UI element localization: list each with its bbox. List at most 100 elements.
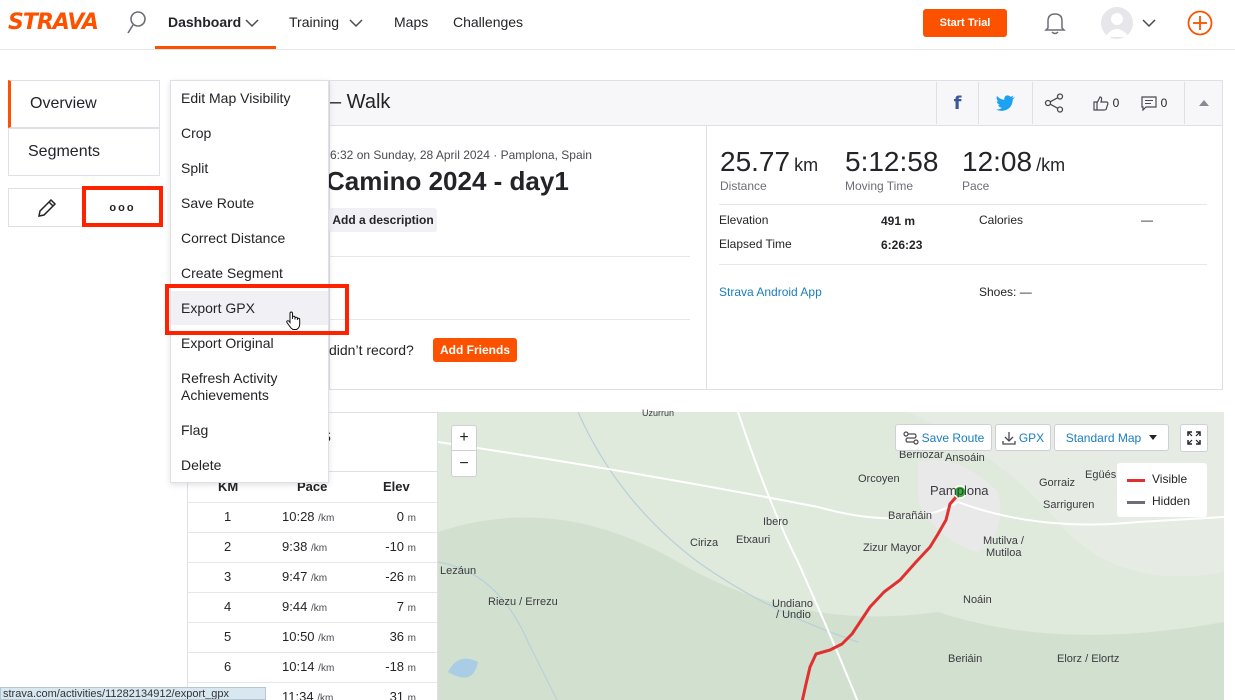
nav-dashboard[interactable]: Dashboard [168,14,241,30]
split-elev: 31 m [389,689,416,700]
comments-button[interactable]: 0 [1131,82,1177,124]
avatar[interactable] [1101,7,1133,39]
map-place-label: Ansoáin [945,452,985,464]
search-icon[interactable] [126,10,148,36]
menu-item-flag[interactable]: Flag [181,422,208,439]
pace-label: Pace [962,179,990,193]
split-elev: 7 m [396,599,416,614]
menu-item-export-original[interactable]: Export Original [181,335,274,352]
nav-challenges[interactable]: Challenges [453,14,523,30]
split-row-divider [188,682,437,683]
calories-label: Calories [979,213,1024,227]
nav-training[interactable]: Training [289,14,339,30]
hand-cursor-icon [286,311,301,330]
moving-time-label: Moving Time [845,179,914,193]
split-km: 2 [224,539,232,554]
zoom-out-button[interactable]: − [452,451,476,476]
map-place-label: Barañáin [888,510,933,522]
device-link[interactable]: Strava Android App [719,285,822,299]
caret-up-icon [1198,100,1209,106]
caret-down-icon [1149,434,1158,440]
user-icon [1105,13,1129,37]
fullscreen-button[interactable] [1180,424,1208,452]
kudos-button[interactable]: 0 [1083,82,1129,124]
split-pace: 9:47 /km [282,569,328,584]
collapse-header-button[interactable] [1184,82,1222,124]
legend-hidden-label: Hidden [1152,494,1191,508]
menu-item-export-gpx[interactable]: Export GPX [171,291,328,325]
map-place-label: Elorz / Elortz [1057,653,1120,665]
map-legend: Visible Hidden [1117,463,1207,517]
distance-label: Distance [720,179,767,193]
menu-item-correct-distance[interactable]: Correct Distance [181,230,285,247]
split-elev: -26 m [385,569,416,584]
split-km: 5 [224,629,232,644]
elapsed-time-value: 6:26:23 [881,238,923,252]
divider [329,256,690,257]
menu-item-save-route[interactable]: Save Route [181,195,254,212]
add-activity-icon[interactable] [1187,10,1213,36]
split-row-divider [188,562,437,563]
pace-stat: 12:08/km [962,146,1066,177]
fullscreen-icon [1187,431,1201,445]
edit-activity-button[interactable] [8,188,83,227]
chevron-down-icon[interactable] [245,18,259,28]
comment-icon [1141,95,1157,111]
share-facebook-button[interactable]: f [936,82,978,124]
split-km: 1 [224,509,232,524]
split-pace: 9:38 /km [282,539,328,554]
nav-maps[interactable]: Maps [394,14,428,30]
split-elev: 0 m [396,509,416,524]
split-pace: 10:50 /km [282,629,335,644]
share-button[interactable] [1032,82,1074,124]
map-place-label: Sarriguren [1043,499,1095,511]
map-type-select[interactable]: Standard Map [1054,424,1169,451]
chevron-down-icon[interactable] [349,18,363,28]
map-place-label: Lezáun [440,565,477,577]
map-place-label: Zizur Mayor [863,542,922,554]
map-place-label: Egüés [1085,469,1117,481]
start-trial-button[interactable]: Start Trial [923,9,1007,37]
menu-item-edit-map-visibility[interactable]: Edit Map Visibility [181,90,290,107]
add-friends-button[interactable]: Add Friends [433,338,517,362]
activity-date: 6:32 on Sunday, 28 April 2024 · Pamplona… [330,148,592,162]
map-place-label: Ibero [763,516,789,528]
activity-type-title: – Walk [330,91,391,113]
menu-item-refresh-achievements[interactable]: Refresh Activity Achievements [181,370,311,404]
friends-prompt: didn’t record? [329,342,414,358]
map-place-label: / Undio [776,609,811,621]
split-row-divider [188,532,437,533]
map-place-label: Mutiloa [986,547,1022,559]
status-bar-url: strava.com/activities/11282134912/export… [0,687,266,700]
menu-item-crop[interactable]: Crop [181,125,211,142]
chevron-down-icon[interactable] [1142,18,1156,28]
menu-item-split[interactable]: Split [181,160,208,177]
route-icon [903,430,919,445]
shoes-info: Shoes: — [979,285,1032,299]
map-place-label: Noáin [963,594,992,606]
split-pace: 9:44 /km [282,599,328,614]
zoom-in-button[interactable]: + [452,426,476,451]
more-actions-button[interactable]: ooo [85,189,160,226]
split-row-divider [188,622,437,623]
add-description-button[interactable]: Add a description [329,208,437,232]
pencil-icon [38,198,57,217]
gpx-download-button[interactable]: GPX [995,424,1051,451]
tab-overview[interactable]: Overview [8,80,160,128]
share-twitter-button[interactable] [978,82,1032,124]
moving-time-stat: 5:12:58 [845,146,939,177]
tab-segments[interactable]: Segments [8,128,160,176]
activity-name: Camino 2024 - day1 [326,166,569,196]
legend-hidden-swatch [1127,501,1145,504]
split-km: 6 [224,659,232,674]
map-place-label: Pamplona [930,483,989,498]
elevation-value: 491 m [881,214,916,228]
calories-value: — [1141,213,1153,227]
menu-item-delete[interactable]: Delete [181,457,221,474]
divider [719,264,1207,265]
menu-item-create-segment[interactable]: Create Segment [181,265,283,282]
split-elev: 36 m [389,629,416,644]
strava-logo[interactable]: STRAVA [8,10,99,35]
save-route-button[interactable]: Save Route [895,424,992,451]
bell-icon[interactable] [1044,11,1066,35]
